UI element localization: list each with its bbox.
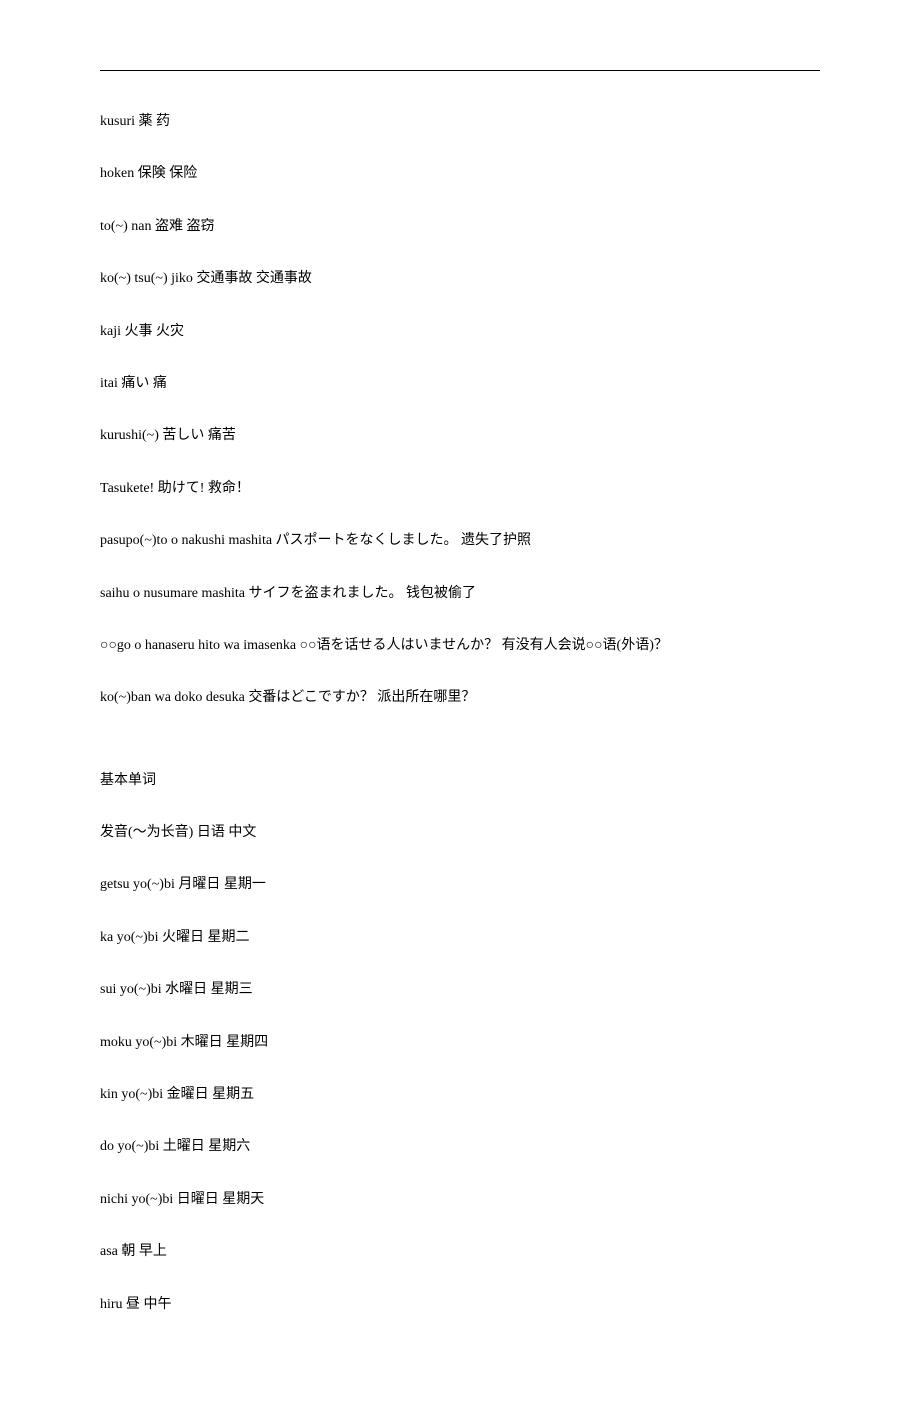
vocabulary-entry: ka yo(~)bi 火曜日 星期二	[100, 927, 820, 949]
vocabulary-entry: asa 朝 早上	[100, 1241, 820, 1263]
vocabulary-entry: hoken 保険 保险	[100, 163, 820, 185]
vocabulary-entry: sui yo(~)bi 水曜日 星期三	[100, 979, 820, 1001]
vocabulary-entry: kin yo(~)bi 金曜日 星期五	[100, 1084, 820, 1106]
section-spacer	[100, 740, 820, 770]
document-page: kusuri 薬 药 hoken 保険 保险 to(~) nan 盗难 盗窃 k…	[0, 0, 920, 1406]
vocabulary-entry: getsu yo(~)bi 月曜日 星期一	[100, 874, 820, 896]
vocabulary-entry: saihu o nusumare mashita サイフを盗まれました。 钱包被…	[100, 583, 820, 605]
vocabulary-entry: moku yo(~)bi 木曜日 星期四	[100, 1032, 820, 1054]
vocabulary-entry: hiru 昼 中午	[100, 1294, 820, 1316]
vocabulary-entry: Tasukete! 助けて! 救命！	[100, 478, 820, 500]
vocabulary-list-top: kusuri 薬 药 hoken 保険 保险 to(~) nan 盗难 盗窃 k…	[100, 111, 820, 710]
pronunciation-header: 发音(～为长音) 日语 中文	[100, 822, 820, 844]
vocabulary-entry: ○○go o hanaseru hito wa imasenka ○○语を话せる…	[100, 635, 820, 657]
vocabulary-entry: kaji 火事 火灾	[100, 321, 820, 343]
vocabulary-list-bottom: getsu yo(~)bi 月曜日 星期一 ka yo(~)bi 火曜日 星期二…	[100, 874, 820, 1316]
vocabulary-entry: kurushi(~) 苦しい 痛苦	[100, 425, 820, 447]
vocabulary-entry: kusuri 薬 药	[100, 111, 820, 133]
vocabulary-entry: do yo(~)bi 土曜日 星期六	[100, 1136, 820, 1158]
vocabulary-entry: pasupo(~)to o nakushi mashita パスポートをなくしま…	[100, 530, 820, 552]
vocabulary-entry: to(~) nan 盗难 盗窃	[100, 216, 820, 238]
horizontal-rule	[100, 70, 820, 71]
vocabulary-entry: nichi yo(~)bi 日曜日 星期天	[100, 1189, 820, 1211]
vocabulary-entry: ko(~) tsu(~) jiko 交通事故 交通事故	[100, 268, 820, 290]
vocabulary-entry: ko(~)ban wa doko desuka 交番はどこですか？ 派出所在哪里…	[100, 687, 820, 709]
section-header: 基本单词	[100, 770, 820, 792]
vocabulary-entry: itai 痛い 痛	[100, 373, 820, 395]
